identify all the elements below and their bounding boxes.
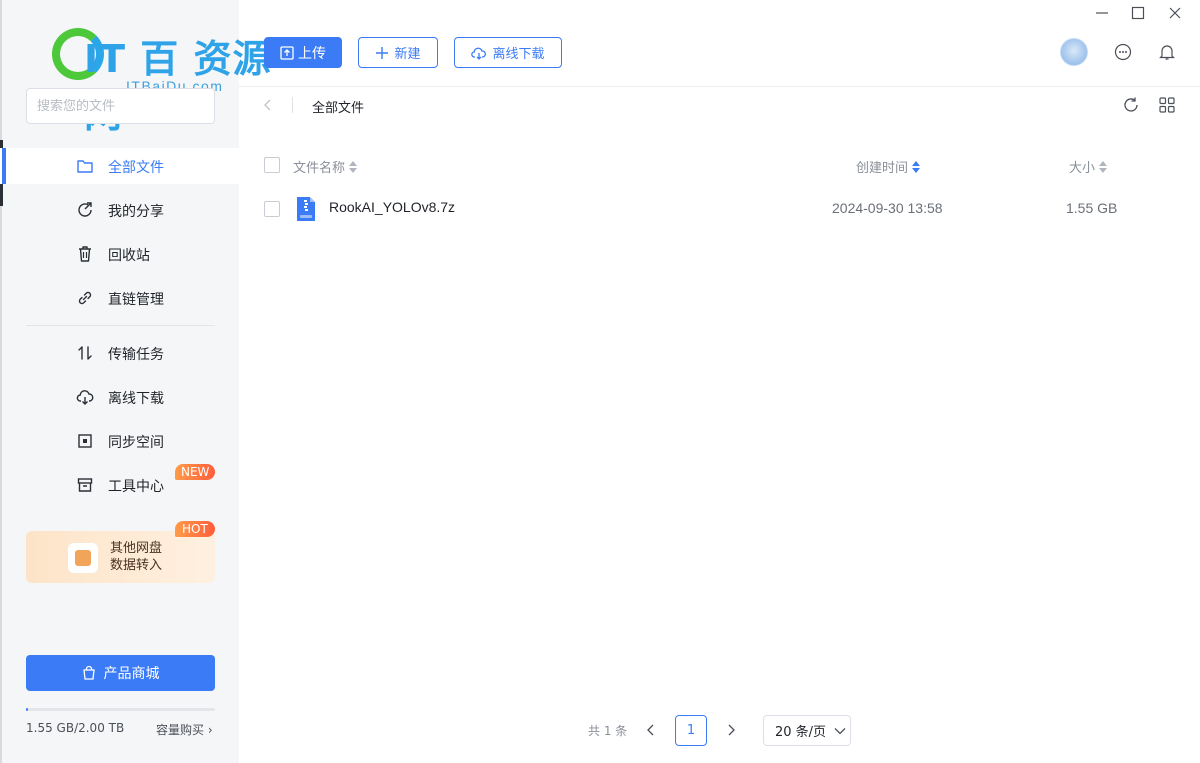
share-icon: [78, 202, 92, 217]
buy-capacity-link[interactable]: 容量购买 ›: [156, 721, 213, 738]
sidebar-item-label: 回收站: [108, 248, 150, 264]
product-store-label: 产品商城: [103, 666, 160, 682]
search-input[interactable]: [37, 98, 207, 114]
column-header-name-label: 文件名称: [293, 161, 346, 176]
page-number[interactable]: 1: [675, 715, 707, 746]
sort-icon: [349, 160, 358, 173]
bell-icon[interactable]: [1158, 43, 1176, 61]
upload-button[interactable]: 上传: [264, 37, 342, 68]
prev-page-icon[interactable]: [645, 723, 657, 737]
product-store-button[interactable]: 产品商城: [26, 655, 215, 691]
row-checkbox[interactable]: [264, 201, 280, 217]
sidebar-item-label: 直链管理: [108, 292, 164, 308]
trash-icon: [79, 246, 91, 262]
sidebar-item-sync-space[interactable]: 同步空间: [0, 423, 239, 459]
sidebar-item-offline-download[interactable]: 离线下载: [0, 379, 239, 415]
upload-label: 上传: [298, 45, 326, 62]
shopping-bag-icon: [82, 666, 95, 680]
sidebar-item-label: 工具中心: [108, 479, 164, 495]
import-icon: [68, 543, 98, 573]
toolbar-divider: [239, 86, 1200, 87]
sidebar-item-label: 同步空间: [108, 435, 164, 451]
column-header-size-label: 大小: [1069, 161, 1096, 176]
refresh-icon[interactable]: [1122, 96, 1140, 114]
sidebar-divider: [26, 325, 215, 326]
sidebar: IT 百 资源网 ITBaiDu.com 全部文件 我的分享: [0, 0, 271, 763]
close-icon[interactable]: [1167, 5, 1183, 21]
sidebar-item-transfer[interactable]: 传输任务: [0, 335, 239, 371]
sidebar-item-label: 传输任务: [108, 347, 164, 363]
sidebar-item-label: 我的分享: [108, 204, 164, 220]
sort-icon: [1099, 160, 1108, 173]
storage-quota-bar: [26, 708, 215, 711]
toolbox-icon: [77, 478, 93, 492]
hot-badge: HOT: [175, 521, 215, 537]
column-header-created-label: 创建时间: [856, 161, 909, 176]
archive-file-icon: [297, 197, 315, 221]
more-icon[interactable]: [1114, 43, 1132, 61]
import-promo-card[interactable]: 其他网盘 数据转入: [26, 531, 215, 583]
sidebar-item-direct-link[interactable]: 直链管理: [0, 280, 239, 316]
new-button[interactable]: 新建: [358, 37, 438, 68]
sort-icon: [912, 160, 921, 173]
buy-capacity-label: 容量购买: [156, 723, 205, 737]
sidebar-item-recycle-bin[interactable]: 回收站: [0, 236, 239, 272]
link-icon: [78, 291, 92, 305]
promo-text: 其他网盘 数据转入: [110, 540, 162, 574]
file-name[interactable]: RookAI_YOLOv8.7z: [329, 199, 455, 215]
new-badge: NEW: [175, 464, 216, 480]
grid-view-icon[interactable]: [1158, 96, 1176, 114]
app-window: IT 百 资源网 ITBaiDu.com 全部文件 我的分享: [0, 0, 1200, 763]
storage-quota-fill: [26, 708, 28, 711]
upload-icon: [280, 45, 294, 60]
offline-download-button[interactable]: 离线下载: [454, 37, 562, 68]
file-size: 1.55 GB: [1066, 200, 1118, 216]
transfer-icon: [78, 346, 92, 360]
sync-icon: [78, 434, 92, 448]
plus-icon: [376, 46, 389, 59]
column-header-name[interactable]: 文件名称: [293, 157, 358, 176]
chevron-down-icon: [834, 727, 846, 734]
breadcrumb[interactable]: 全部文件: [312, 97, 364, 116]
file-created: 2024-09-30 13:58: [832, 200, 943, 216]
cloud-download-icon: [76, 390, 94, 405]
next-page-icon[interactable]: [725, 723, 737, 737]
column-header-size[interactable]: 大小: [1069, 157, 1108, 176]
column-header-created[interactable]: 创建时间: [856, 157, 921, 176]
avatar[interactable]: [1060, 38, 1088, 66]
back-icon[interactable]: [262, 98, 274, 112]
offline-download-label: 离线下载: [492, 47, 545, 62]
storage-used-text: 1.55 GB/2.00 TB: [26, 721, 125, 735]
new-label: 新建: [394, 47, 421, 62]
cloud-download-icon: [471, 47, 487, 60]
select-all-checkbox[interactable]: [264, 157, 280, 173]
promo-line1: 其他网盘: [110, 541, 163, 556]
maximize-icon[interactable]: [1130, 5, 1146, 21]
minimize-icon[interactable]: [1094, 5, 1110, 21]
folder-icon: [77, 160, 93, 173]
sidebar-item-my-share[interactable]: 我的分享: [0, 192, 239, 228]
page-size-label: 20 条/页: [775, 725, 827, 740]
search-box[interactable]: [26, 88, 215, 124]
promo-line2: 数据转入: [110, 558, 163, 573]
sidebar-item-label: 全部文件: [108, 160, 164, 176]
pagination-total: 共 1 条: [588, 724, 628, 738]
page-size-select[interactable]: 20 条/页: [763, 715, 851, 746]
breadcrumb-separator: [292, 97, 293, 113]
sidebar-item-all-files[interactable]: 全部文件: [0, 148, 239, 184]
sidebar-item-label: 离线下载: [108, 391, 164, 407]
